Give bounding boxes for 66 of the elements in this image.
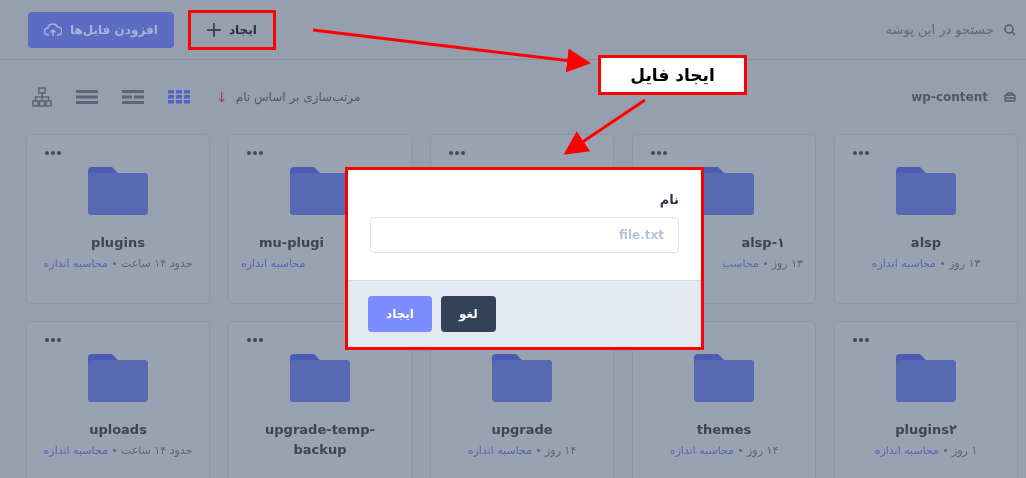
- field-label: نام: [658, 192, 679, 207]
- calculate-size-link[interactable]: محاسبه اندازه: [43, 444, 108, 457]
- modified-time: ۱۳ روز: [771, 257, 803, 270]
- separator-dot: [739, 449, 743, 452]
- more-icon[interactable]: [247, 338, 263, 342]
- folder-name: upgrade: [490, 421, 554, 439]
- folder-name: themes: [695, 421, 753, 439]
- folder-icon: [492, 354, 552, 402]
- calculate-size-link[interactable]: محاسب: [722, 257, 759, 270]
- more-icon[interactable]: [247, 151, 263, 155]
- upload-button[interactable]: افزودن فایل‌ها: [28, 11, 174, 48]
- folder-name: mu-plugi: [258, 234, 325, 252]
- folder-icon: [694, 354, 754, 402]
- folder-name: alsp-۱: [740, 234, 786, 252]
- calculate-size-link[interactable]: محاسبه اندازه: [871, 257, 937, 270]
- callout-label: ایجاد فایل: [598, 55, 747, 95]
- folder-name: plugins: [90, 234, 146, 252]
- create-button[interactable]: ایجاد: [368, 296, 432, 332]
- modified-time: حدود ۱۴ ساعت: [120, 444, 193, 457]
- name-field[interactable]: file.txt: [370, 217, 679, 253]
- folder-name: alsp: [909, 234, 943, 252]
- separator-dot: [763, 262, 767, 265]
- folder-card[interactable]: upgrade-temp-backup: [228, 321, 412, 478]
- calculate-size-link[interactable]: محاسبه اندازه: [467, 444, 533, 457]
- more-icon[interactable]: [853, 338, 869, 342]
- more-icon[interactable]: [45, 151, 61, 155]
- separator-dot: [112, 449, 116, 452]
- modified-time: ۱۳ روز: [949, 257, 981, 270]
- separator-dot: [941, 262, 945, 265]
- more-icon[interactable]: [651, 151, 667, 155]
- modified-time: ۱ روز: [952, 444, 978, 457]
- folder-icon: [896, 167, 956, 215]
- list-view-icon: [76, 90, 98, 104]
- folder-card[interactable]: plugins۲ ۱ روز محاسبه اندازه: [834, 321, 1018, 478]
- sitemap-icon: [32, 87, 52, 107]
- folder-icon: [88, 167, 148, 215]
- plus-icon: [206, 22, 221, 37]
- more-icon[interactable]: [449, 151, 465, 155]
- calculate-size-link[interactable]: محاسبه اندازه: [669, 444, 735, 457]
- grid-view-icon: [168, 90, 190, 104]
- separator-dot: [112, 262, 116, 265]
- calculate-size-link[interactable]: محاسبه اندازه: [874, 444, 939, 457]
- create-button[interactable]: ایجاد: [187, 9, 276, 50]
- folder-name: plugins۲: [894, 421, 958, 439]
- folder-icon: [896, 354, 956, 402]
- modified-time: حدود ۱۴ ساعت: [120, 257, 193, 270]
- calculate-size-link[interactable]: محاسبه اندازه: [43, 257, 108, 270]
- modified-time: ۱۴ روز: [545, 444, 577, 457]
- folder-path[interactable]: wp-content: [911, 90, 988, 104]
- folder-name: uploads: [88, 421, 148, 439]
- search-icon: [1004, 23, 1016, 36]
- folder-name: upgrade-temp-backup: [264, 421, 376, 459]
- sort-arrow: ↓: [216, 89, 228, 105]
- cancel-button[interactable]: لغو: [440, 296, 496, 332]
- separator-dot: [944, 449, 947, 452]
- calculate-size-link[interactable]: محاسبه اندازه: [241, 257, 306, 270]
- more-icon[interactable]: [853, 151, 869, 155]
- sort-button[interactable]: مرتب‌سازی بر اساس نام ↓: [210, 88, 367, 106]
- folder-icon: [290, 354, 350, 402]
- details-view-icon: [122, 90, 144, 104]
- modified-time: ۱۴ روز: [747, 444, 779, 457]
- folder-icon: [88, 354, 148, 402]
- separator-dot: [537, 449, 541, 452]
- more-icon[interactable]: [45, 338, 61, 342]
- drive-icon: [1004, 92, 1016, 102]
- cloud-upload-icon: [44, 22, 62, 37]
